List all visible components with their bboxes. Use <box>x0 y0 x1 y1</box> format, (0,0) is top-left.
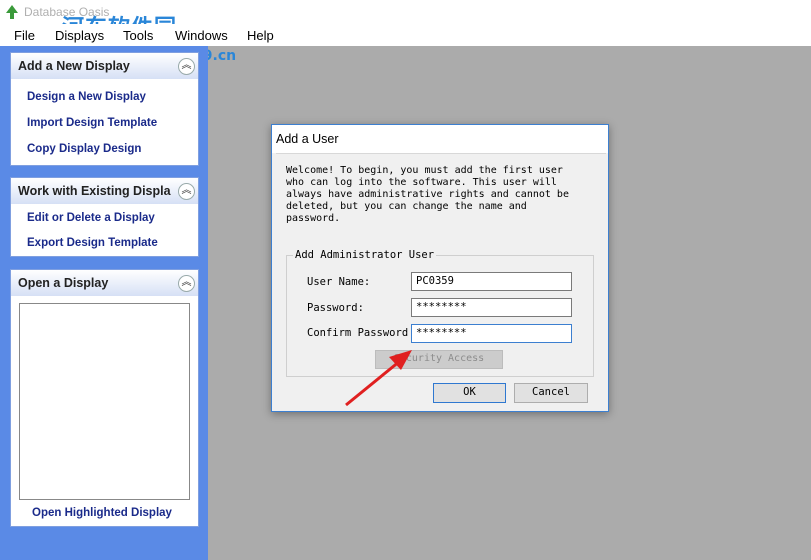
menu-displays[interactable]: Displays <box>55 28 104 43</box>
password-label: Password: <box>307 302 364 314</box>
menu-help[interactable]: Help <box>247 28 274 43</box>
link-export-design-template[interactable]: Export Design Template <box>27 237 158 249</box>
link-design-new-display[interactable]: Design a New Display <box>27 91 146 103</box>
ok-button[interactable]: OK <box>433 383 506 403</box>
confirm-password-label: Confirm Password <box>307 327 409 339</box>
app-tree-icon <box>6 5 18 19</box>
cancel-button[interactable]: Cancel <box>514 383 588 403</box>
pane-header: Work with Existing Displa ︽ <box>11 178 198 204</box>
add-user-dialog: Add a User Welcome! To begin, you must a… <box>271 124 609 412</box>
menu-windows[interactable]: Windows <box>175 28 228 43</box>
pane-title: Work with Existing Displa <box>18 184 171 198</box>
admin-user-group: Add Administrator User User Name: PC0359… <box>286 249 594 377</box>
welcome-message: Welcome! To begin, you must add the firs… <box>286 165 569 224</box>
collapse-chevron-icon[interactable]: ︽ <box>178 183 195 200</box>
pane-title: Add a New Display <box>18 59 130 73</box>
username-label: User Name: <box>307 276 371 288</box>
display-list[interactable] <box>19 303 190 500</box>
password-input[interactable]: ******** <box>411 298 572 317</box>
menu-tools[interactable]: Tools <box>123 28 153 43</box>
dialog-title-bar[interactable]: Add a User <box>272 125 608 153</box>
pane-work-existing-display: Work with Existing Displa ︽ Edit or Dele… <box>10 177 199 257</box>
link-copy-display-design[interactable]: Copy Display Design <box>27 143 141 155</box>
dialog-title: Add a User <box>276 132 339 146</box>
pane-open-display: Open a Display ︽ Open Highlighted Displa… <box>10 269 199 527</box>
menu-bar: File Displays Tools Windows Help <box>0 24 811 46</box>
collapse-chevron-icon[interactable]: ︽ <box>178 58 195 75</box>
security-access-button[interactable]: Security Access <box>375 350 503 369</box>
link-open-highlighted-display[interactable]: Open Highlighted Display <box>32 507 172 519</box>
pane-header: Add a New Display ︽ <box>11 53 198 79</box>
pane-header: Open a Display ︽ <box>11 270 198 296</box>
pane-title: Open a Display <box>18 276 109 290</box>
link-edit-delete-display[interactable]: Edit or Delete a Display <box>27 212 155 224</box>
pane-add-new-display: Add a New Display ︽ Design a New Display… <box>10 52 199 166</box>
username-input[interactable]: PC0359 <box>411 272 572 291</box>
menu-file[interactable]: File <box>14 28 35 43</box>
task-sidebar: Add a New Display ︽ Design a New Display… <box>0 46 208 560</box>
confirm-password-input[interactable]: ******** <box>411 324 572 343</box>
collapse-chevron-icon[interactable]: ︽ <box>178 275 195 292</box>
group-title: Add Administrator User <box>293 249 437 261</box>
link-import-design-template[interactable]: Import Design Template <box>27 117 157 129</box>
